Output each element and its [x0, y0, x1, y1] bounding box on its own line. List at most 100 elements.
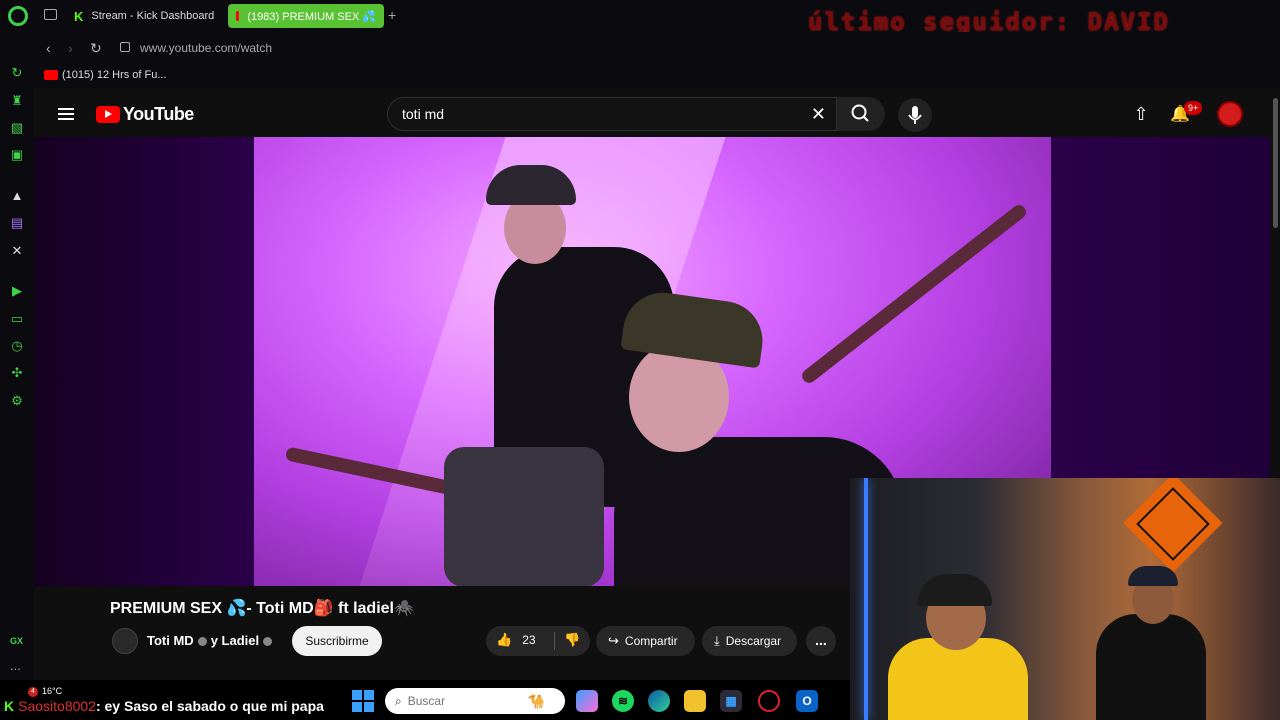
chat-message: K Saosito8002 : ey Saso el sabado o que …	[4, 694, 324, 718]
microphone-icon	[908, 106, 922, 124]
cap	[918, 574, 992, 606]
file-explorer-icon[interactable]	[684, 690, 706, 712]
channel-names: Toti MD y Ladiel	[147, 633, 276, 648]
webcam-overlay	[850, 478, 1280, 720]
tab-islands-icon[interactable]	[44, 9, 57, 20]
youtube-header: YouTube ✕ ⇧ 🔔 9+	[34, 88, 1270, 138]
outlook-icon[interactable]: O	[796, 690, 818, 712]
weather-badge: 4	[28, 687, 38, 697]
youtube-logo[interactable]: YouTube	[96, 104, 194, 125]
channel-avatar[interactable]	[112, 628, 138, 654]
neon-light	[864, 478, 868, 720]
channel-name[interactable]: Ladiel	[222, 633, 260, 648]
more-actions-button[interactable]: ...	[806, 626, 836, 656]
like-button[interactable]: 👍 23	[496, 632, 536, 648]
forward-icon[interactable]: ›	[68, 40, 73, 56]
gx-mods-icon[interactable]: ▣	[9, 147, 25, 163]
gx-label[interactable]: GX	[10, 636, 23, 646]
verified-icon	[197, 637, 207, 647]
history-icon[interactable]: ◷	[9, 338, 25, 354]
search-icon	[851, 104, 869, 122]
search-input[interactable]	[402, 106, 782, 122]
player-icon[interactable]: ▶	[9, 283, 25, 299]
browser-sidebar: ↻ ♜ ▧ ▣ ▲ ▤ ✕ ▶ ▭ ◷ ✣ ⚙ GX ...	[0, 32, 34, 680]
guest-body	[1096, 614, 1206, 720]
kick-icon: K	[74, 8, 84, 24]
like-dislike-group: 👍 23 👎	[486, 626, 590, 656]
browser-tab-bar: K Stream - Kick Dashboard (1983) PREMIUM…	[0, 0, 1280, 36]
reload-icon[interactable]: ↻	[90, 40, 102, 57]
kick-icon: K	[4, 698, 15, 714]
download-label: Descargar	[725, 634, 782, 648]
bookmark-label: (1015) 12 Hrs of Fu...	[62, 69, 167, 81]
tab-kick-dashboard[interactable]: K Stream - Kick Dashboard	[66, 4, 224, 28]
url-field[interactable]: www.youtube.com/watch	[140, 41, 272, 55]
share-button[interactable]: ↪ Compartir	[596, 626, 695, 656]
sidebar-more-icon[interactable]: ...	[10, 658, 21, 673]
scrollbar-thumb[interactable]	[1273, 98, 1278, 228]
video-title: PREMIUM SEX 💦- Toti MD🎒 ft ladiel🕷️	[110, 600, 414, 617]
stair-railing	[799, 202, 1029, 386]
youtube-logo-text: YouTube	[123, 104, 194, 124]
taskbar-search[interactable]: ⌕ 🐪	[385, 688, 565, 714]
opera-gx-logo-icon[interactable]	[8, 6, 28, 26]
extensions-icon[interactable]: ✣	[9, 365, 25, 381]
spotify-icon[interactable]: ≋	[612, 690, 634, 712]
x-icon[interactable]: ✕	[9, 243, 25, 259]
copilot-icon[interactable]	[576, 690, 598, 712]
back-icon[interactable]: ‹	[46, 40, 51, 56]
thumbs-up-icon: 👍	[496, 632, 513, 647]
close-icon[interactable]: ✕	[811, 104, 826, 125]
address-bar: ‹ › ↻ www.youtube.com/watch	[34, 32, 1280, 62]
search-box: ✕	[387, 97, 837, 131]
taskbar: ⌕ 🐪 ≋ ▦ O	[352, 684, 850, 720]
tab-label: Stream - Kick Dashboard	[91, 10, 215, 22]
bookmark-item[interactable]: (1015) 12 Hrs of Fu...	[44, 69, 167, 81]
store-icon[interactable]: ▦	[720, 690, 742, 712]
search-button[interactable]	[837, 97, 885, 131]
wallet-icon[interactable]: ▭	[9, 311, 25, 327]
edge-icon[interactable]	[648, 690, 670, 712]
aria-icon[interactable]: ▲	[9, 188, 25, 204]
verified-icon	[263, 637, 273, 647]
new-tab-button[interactable]: +	[388, 7, 396, 23]
download-icon: ⤓	[714, 633, 720, 648]
channel-joiner: y	[210, 633, 218, 648]
person-shorts	[444, 447, 604, 586]
gx-control-icon[interactable]: ↻	[9, 65, 25, 81]
chat-text: : ey Saso el sabado o que mi papa	[95, 698, 324, 714]
youtube-play-icon	[96, 106, 120, 123]
streamer-body	[888, 638, 1028, 720]
youtube-icon	[236, 11, 240, 21]
gx-corner-icon[interactable]: ♜	[9, 93, 25, 109]
lock-icon[interactable]	[120, 42, 130, 52]
menu-icon[interactable]	[58, 108, 74, 120]
divider	[554, 632, 555, 650]
download-button[interactable]: ⤓ Descargar	[702, 626, 797, 656]
avatar[interactable]	[1217, 101, 1243, 127]
like-count: 23	[522, 633, 536, 647]
channel-name[interactable]: Toti MD	[147, 633, 194, 648]
upload-icon[interactable]: ⇧	[1131, 104, 1151, 124]
gx-cleaner-icon[interactable]: ▧	[9, 120, 25, 136]
windows-start-icon[interactable]	[352, 690, 374, 712]
search-icon: ⌕	[395, 693, 402, 708]
bookmarks-bar: (1015) 12 Hrs of Fu...	[34, 62, 1280, 88]
share-icon: ↪	[608, 633, 619, 648]
camel-icon: 🐪	[527, 692, 546, 709]
subscribe-button[interactable]: Suscribirme	[292, 626, 382, 656]
settings-icon[interactable]: ⚙	[9, 393, 25, 409]
share-label: Compartir	[624, 634, 678, 648]
twitch-icon[interactable]: ▤	[9, 215, 25, 231]
tab-youtube-video[interactable]: (1983) PREMIUM SEX 💦	[228, 4, 384, 28]
thumbs-down-icon: 👎	[564, 632, 581, 647]
weather-temperature[interactable]: 16°C	[42, 686, 62, 697]
tab-label: (1983) PREMIUM SEX 💦	[247, 10, 376, 23]
youtube-icon	[44, 70, 58, 80]
dislike-button[interactable]: 👎	[564, 632, 580, 648]
voice-search-button[interactable]	[898, 98, 932, 132]
opera-gx-icon[interactable]	[758, 690, 780, 712]
chat-username: Saosito8002	[18, 698, 96, 714]
notification-badge: 9+	[1184, 101, 1203, 115]
taskbar-search-input[interactable]	[407, 694, 528, 708]
